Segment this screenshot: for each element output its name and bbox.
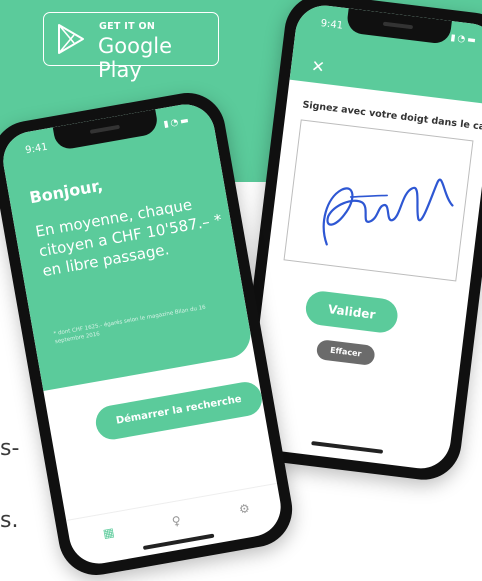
settings-icon[interactable]: ⚙ [238,501,251,517]
home-indicator [311,441,384,454]
side-text-line: s- [0,436,20,461]
side-text-line: s. [0,508,19,533]
user-icon[interactable]: ♀ [171,513,182,528]
badge-store-name: Google Play [98,34,173,82]
tab-bar: ▦ ♀ ⚙ [66,482,286,569]
phone-screen: 9:41 ▮◔▬ ✕ Signez avec votre doigt dans … [244,2,482,472]
clear-button[interactable]: Effacer [315,339,376,366]
grid-icon[interactable]: ▦ [102,525,116,541]
validate-button[interactable]: Valider [303,289,400,335]
play-store-icon [58,24,84,54]
start-search-button[interactable]: Démarrer la recherche [93,379,265,443]
signature-stroke [322,178,454,246]
signature-pad[interactable] [283,119,474,282]
google-play-badge[interactable]: GET IT ON Google Play [43,12,219,82]
badge-small-text: GET IT ON [99,21,156,32]
close-icon[interactable]: ✕ [310,56,326,76]
